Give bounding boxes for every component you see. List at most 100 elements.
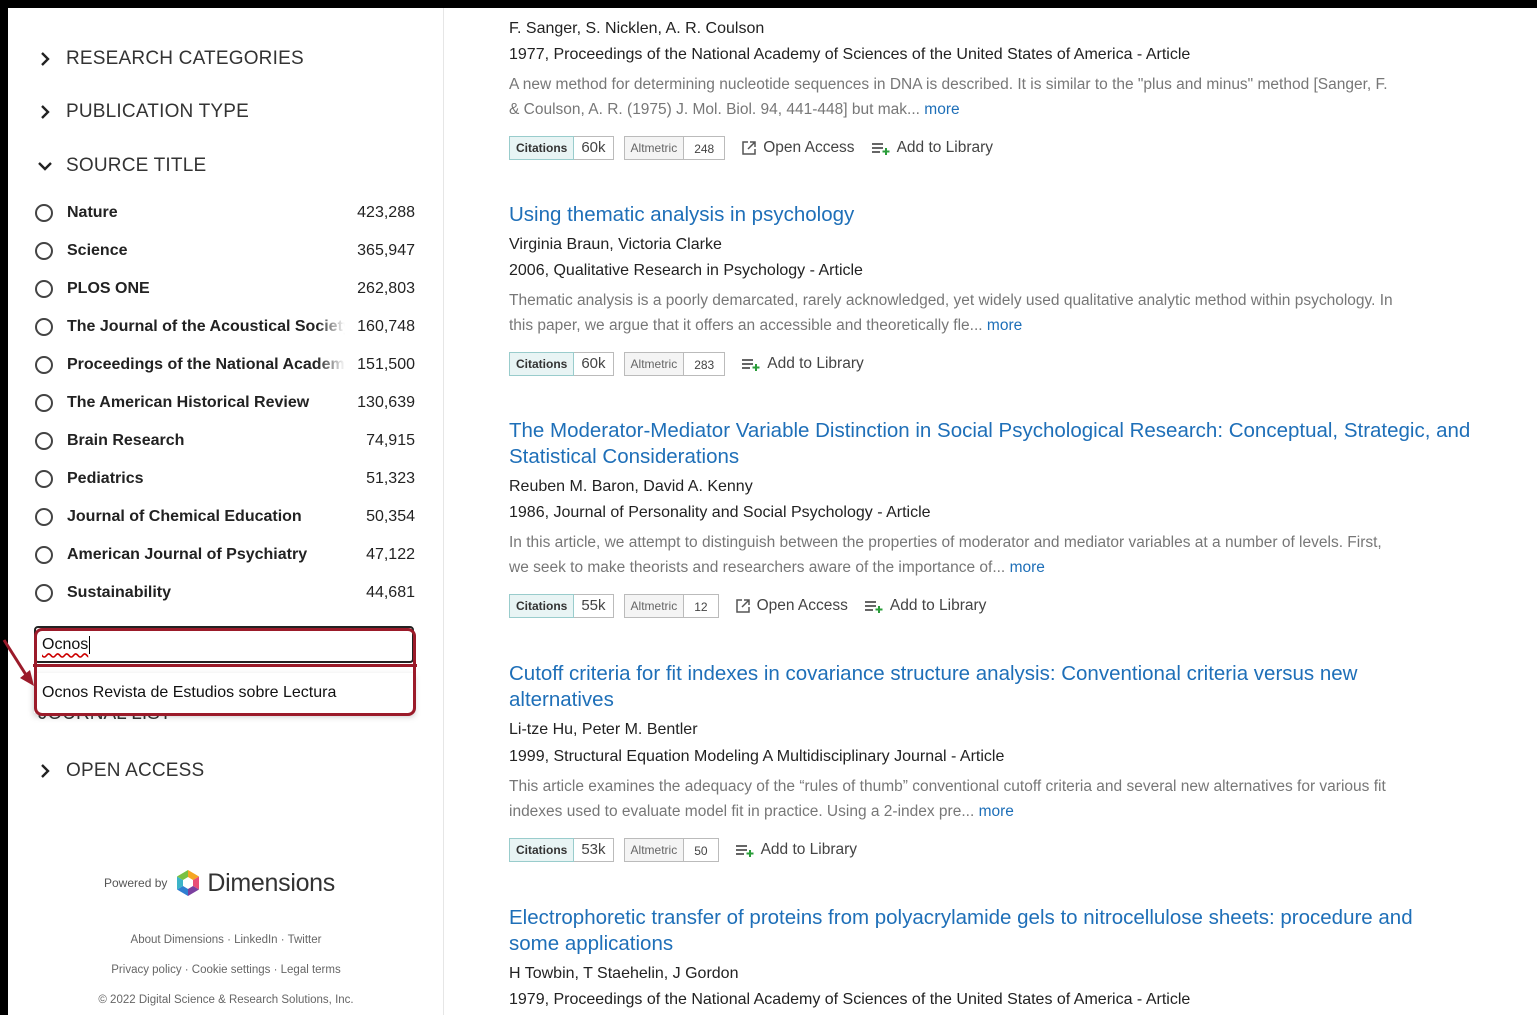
source-option-american-journal-psychiatry[interactable]: American Journal of Psychiatry 47,122 [35,540,415,570]
altmetric-badge[interactable]: Altmetric 283 [623,351,726,376]
article-authors[interactable]: Virginia Braun, Victoria Clarke [509,236,722,254]
footer-copyright: © 2022 Digital Science & Research Soluti… [98,994,354,1006]
source-option-jasa[interactable]: The Journal of the Acoustical Society of… [35,312,415,342]
open-access-link[interactable]: Open Access [735,597,848,615]
add-to-library-button[interactable]: Add to Library [741,355,864,373]
source-name: Journal of Chemical Education [67,508,302,525]
source-count: 47,122 [366,546,415,563]
citations-label: Citations [509,351,575,376]
facet-source-title[interactable]: SOURCE TITLE [38,155,206,177]
more-link[interactable]: more [1010,559,1045,576]
altmetric-score: 12 [684,593,719,618]
article-publication: 1977, Proceedings of the National Academ… [509,46,1191,63]
citations-badge[interactable]: Citations 53k [509,837,614,862]
article-metrics: Citations 53k Altmetric 50 Add to Library [509,837,857,862]
open-access-link[interactable]: Open Access [741,138,855,157]
powered-by-dimensions[interactable]: Powered by Dimensions [104,868,335,898]
source-option-plos-one[interactable]: PLOS ONE 262,803 [35,274,415,304]
source-option-pnas[interactable]: Proceedings of the National Academy of S… [35,350,415,380]
footer-links-about[interactable]: About Dimensions · LinkedIn · Twitter [8,934,444,946]
source-option-pediatrics[interactable]: Pediatrics 51,323 [35,464,415,494]
source-option-nature[interactable]: Nature 423,288 [35,198,415,228]
source-count: 50,354 [366,508,415,525]
facet-label: RESEARCH CATEGORIES [66,48,304,69]
source-option-sustainability[interactable]: Sustainability 44,681 [35,578,415,608]
source-name: Proceedings of the National Academy of S… [67,356,345,373]
open-access-label: Open Access [756,596,848,614]
source-count: 151,500 [357,356,415,373]
source-name: Sustainability [67,584,172,601]
abstract-line: Thematic analysis is a poorly demarcated… [509,292,1393,309]
radio-button[interactable] [35,280,53,298]
source-count: 365,947 [357,242,415,259]
title-line: alternatives [509,688,614,711]
add-to-library-button[interactable]: Add to Library [871,139,993,157]
open-access-label: Open Access [763,138,855,156]
more-link[interactable]: more [979,803,1014,820]
radio-button[interactable] [35,470,53,488]
radio-button[interactable] [35,546,53,564]
source-name: Nature [67,204,118,221]
add-to-library-icon [871,142,890,155]
radio-button[interactable] [35,432,53,450]
article-authors[interactable]: H Towbin, T Staehelin, J Gordon [509,965,738,983]
more-link[interactable]: more [987,317,1022,334]
citations-badge[interactable]: Citations 55k [509,593,614,618]
source-count: 130,639 [357,394,415,411]
source-count: 51,323 [366,470,415,487]
abstract-text: this paper, we argue that it offers an a… [509,317,983,334]
highlight-annotation-box [33,628,417,716]
more-link[interactable]: more [924,101,959,118]
add-to-library-icon [735,844,754,857]
abstract-text: & Coulson, A. R. (1975) J. Mol. Biol. 94… [509,101,920,118]
citations-badge[interactable]: Citations 60k [509,135,614,160]
facet-research-categories[interactable]: RESEARCH CATEGORIES [38,48,304,70]
chevron-right-icon [41,105,50,119]
radio-button[interactable] [35,508,53,526]
article-title-link[interactable]: Using thematic analysis in psychology [509,202,1499,228]
altmetric-badge[interactable]: Altmetric 50 [623,837,719,862]
article-title-link[interactable]: Cutoff criteria for fit indexes in covar… [509,661,1499,713]
add-to-library-button[interactable]: Add to Library [864,596,987,615]
add-to-library-button[interactable]: Add to Library [735,841,857,859]
title-line: some applications [509,932,674,955]
article-abstract: This article examines the adequacy of th… [509,774,1489,824]
powered-by-label: Powered by [104,876,168,890]
source-name: The Journal of the Acoustical Society of… [67,318,345,335]
radio-button[interactable] [35,394,53,412]
citations-badge[interactable]: Citations 60k [509,351,614,376]
altmetric-score: 248 [684,135,726,160]
footer-links-legal[interactable]: Privacy policy · Cookie settings · Legal… [8,964,444,976]
radio-button[interactable] [35,204,53,222]
add-to-library-icon [742,358,760,371]
radio-button[interactable] [35,318,53,336]
facet-publication-type[interactable]: PUBLICATION TYPE [38,101,249,123]
article-authors[interactable]: F. Sanger, S. Nicklen, A. R. Coulson [509,20,764,38]
altmetric-badge[interactable]: Altmetric 248 [623,135,726,160]
article-title-link[interactable]: The Moderator-Mediator Variable Distinct… [509,418,1499,470]
external-link-icon [742,140,756,155]
article-authors[interactable]: Reuben M. Baron, David A. Kenny [509,478,753,496]
radio-button[interactable] [35,242,53,260]
source-count: 262,803 [357,280,415,297]
add-to-library-label: Add to Library [889,596,987,614]
abstract-line: This article examines the adequacy of th… [509,778,1386,795]
citations-label: Citations [509,593,575,618]
citations-count: 55k [574,593,614,618]
source-option-science[interactable]: Science 365,947 [35,236,415,266]
source-option-chemical-education[interactable]: Journal of Chemical Education 50,354 [35,502,415,532]
title-line: The Moderator-Mediator Variable Distinct… [509,419,1471,442]
source-option-american-historical-review[interactable]: The American Historical Review 130,639 [35,388,415,418]
filter-sidebar: RESEARCH CATEGORIES PUBLICATION TYPE SOU… [8,8,444,1015]
facet-open-access[interactable]: OPEN ACCESS [38,760,204,782]
annotation-arrow-icon [2,639,34,686]
radio-button[interactable] [35,356,53,374]
external-link-icon [735,598,750,613]
source-option-brain-research[interactable]: Brain Research 74,915 [35,426,415,456]
article-authors[interactable]: Li-tze Hu, Peter M. Bentler [509,721,698,739]
abstract-text: indexes used to evaluate model fit in pr… [509,803,975,820]
source-count: 44,681 [366,584,415,601]
altmetric-badge[interactable]: Altmetric 12 [623,593,719,618]
radio-button[interactable] [35,584,53,602]
article-title-link[interactable]: Electrophoretic transfer of proteins fro… [509,905,1499,957]
